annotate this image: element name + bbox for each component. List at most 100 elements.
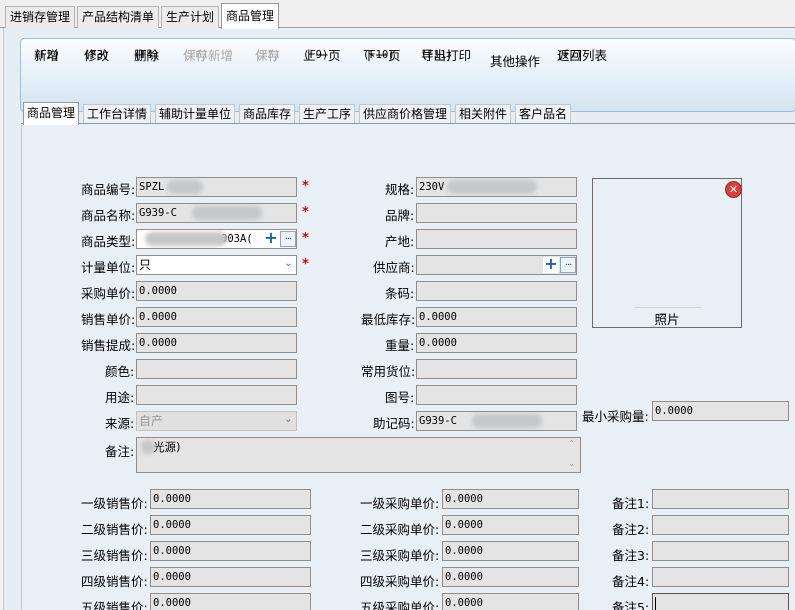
barcode-field[interactable] <box>416 281 577 301</box>
type-label: 商品类型: <box>81 234 136 249</box>
note-3-field[interactable] <box>652 541 789 561</box>
barcode-label: 条码: <box>385 286 415 301</box>
tab-product-management[interactable]: 商品管理 <box>221 3 280 29</box>
tab-stock[interactable]: 商品库存 <box>239 104 296 124</box>
save-new-button[interactable]: 保存新增 (F6) <box>183 49 233 62</box>
purchase-level-2-label: 二级采购单价: <box>360 522 440 537</box>
purchase-level-3-field[interactable]: 0.0000 <box>442 541 579 561</box>
chevron-down-icon[interactable]: ⌄ <box>284 414 292 425</box>
source-select[interactable]: 自产 <box>136 411 297 431</box>
spec-field[interactable]: 230V <box>416 177 577 197</box>
scroll-down-icon[interactable]: ⌄ <box>568 459 575 468</box>
sale-price-field[interactable]: 0.0000 <box>136 307 297 327</box>
scroll-up-icon[interactable]: ⌃ <box>568 439 575 448</box>
commission-label: 销售提成: <box>81 338 136 353</box>
purchase-level-1-field[interactable]: 0.0000 <box>442 489 579 509</box>
usage-label: 用途: <box>105 390 135 405</box>
note-4-field[interactable] <box>652 567 789 587</box>
remark-textarea[interactable]: 光源) <box>136 437 581 473</box>
product-form: 商品编号: SPZL * 商品名称: G939-C * 商品类型: 003A( … <box>21 123 795 610</box>
tab-supplier-price[interactable]: 供应商价格管理 <box>359 104 452 124</box>
export-print-button[interactable]: 导出打印 (F11) <box>421 49 471 62</box>
tab-customer-name[interactable]: 客户品名 <box>515 104 572 124</box>
min-stock-label: 最低库存: <box>361 312 416 327</box>
note-1-label: 备注1: <box>612 496 650 511</box>
mnemonic-field[interactable]: G939-C <box>416 411 577 431</box>
location-field[interactable] <box>416 359 577 379</box>
note-1-field[interactable] <box>652 489 789 509</box>
code-label: 商品编号: <box>81 182 136 197</box>
weight-field[interactable]: 0.0000 <box>416 333 577 353</box>
browse-supplier-icon[interactable]: ... <box>560 257 576 273</box>
add-supplier-icon[interactable]: + <box>543 256 559 273</box>
sale-level-1-field[interactable]: 0.0000 <box>150 489 311 509</box>
toolbar: 新增 (F2) 修改 (F3) 删除 (F4) 保存新增 (F6) 保存 (F5) 上一页… <box>20 38 795 112</box>
text-cursor <box>655 596 656 610</box>
sale-level-2-field[interactable]: 0.0000 <box>150 515 311 535</box>
purchase-level-2-field[interactable]: 0.0000 <box>442 515 579 535</box>
origin-field[interactable] <box>416 229 577 249</box>
tab-process[interactable]: 生产工序 <box>299 104 356 124</box>
tab-production-plan[interactable]: 生产计划 <box>161 6 220 28</box>
tab-attachments[interactable]: 相关附件 <box>455 104 512 124</box>
source-label: 来源: <box>105 416 135 431</box>
add-type-icon[interactable]: + <box>263 230 279 247</box>
required-mark: * <box>302 205 309 220</box>
purchase-level-1-label: 一级采购单价: <box>360 496 440 511</box>
origin-label: 产地: <box>385 234 415 249</box>
tab-workbench[interactable]: 工作台详情 <box>83 104 152 124</box>
top-tab-strip: 进销存管理 产品结构清单 生产计划 商品管理 <box>0 0 795 29</box>
close-icon[interactable]: ✕ <box>726 182 741 197</box>
sale-level-3-field[interactable]: 0.0000 <box>150 541 311 561</box>
next-page-button[interactable]: 下一页 (F10) <box>363 49 401 62</box>
note-2-field[interactable] <box>652 515 789 535</box>
edit-button[interactable]: 修改 (F3) <box>84 49 109 62</box>
commission-field[interactable]: 0.0000 <box>136 333 297 353</box>
delete-button[interactable]: 删除 (F4) <box>134 49 159 62</box>
save-button[interactable]: 保存 (F5) <box>255 49 280 62</box>
min-stock-field[interactable]: 0.0000 <box>416 307 577 327</box>
add-button[interactable]: 新增 (F2) <box>34 49 59 62</box>
purchase-price-field[interactable]: 0.0000 <box>136 281 297 301</box>
weight-label: 重量: <box>385 338 415 353</box>
sale-level-4-field[interactable]: 0.0000 <box>150 567 311 587</box>
tab-product[interactable]: 商品管理 <box>23 102 80 125</box>
sale-level-2-label: 二级销售价: <box>81 522 148 537</box>
browse-type-icon[interactable]: ... <box>280 231 296 247</box>
tab-inventory[interactable]: 进销存管理 <box>5 6 76 28</box>
photo-caption: 照片 <box>654 312 680 327</box>
brand-label: 品牌: <box>385 208 415 223</box>
sale-level-4-label: 四级销售价: <box>81 574 148 589</box>
sale-level-5-field[interactable]: 0.0000 <box>150 593 311 610</box>
unit-select[interactable]: 只 <box>136 255 297 275</box>
spec-label: 规格: <box>385 182 415 197</box>
code-field[interactable]: SPZL <box>136 177 297 197</box>
brand-field[interactable] <box>416 203 577 223</box>
unit-label: 计量单位: <box>81 260 136 275</box>
usage-field[interactable] <box>136 385 297 405</box>
back-to-list-button[interactable]: 返回列表 (F7) <box>557 49 607 62</box>
tab-bom[interactable]: 产品结构清单 <box>77 6 160 28</box>
mnemonic-label: 助记码: <box>373 416 415 431</box>
location-label: 常用货位: <box>361 364 416 379</box>
drawing-field[interactable] <box>416 385 577 405</box>
note-5-label: 备注5: <box>612 600 650 610</box>
color-field[interactable] <box>136 359 297 379</box>
name-label: 商品名称: <box>81 208 136 223</box>
note-2-label: 备注2: <box>612 522 650 537</box>
note-5-field[interactable] <box>652 593 789 610</box>
purchase-level-5-field[interactable]: 0.0000 <box>442 593 579 610</box>
photo-box[interactable]: ✕ 照片 <box>592 178 742 328</box>
chevron-down-icon[interactable]: ⌄ <box>284 258 292 269</box>
sale-price-label: 销售单价: <box>81 312 136 327</box>
min-purchase-field[interactable]: 0.0000 <box>652 401 789 421</box>
photo-divider <box>635 307 701 308</box>
tab-aux-unit[interactable]: 辅助计量单位 <box>155 104 236 124</box>
supplier-label: 供应商: <box>373 260 415 275</box>
sale-level-5-label: 五级销售价: <box>81 600 148 610</box>
prev-page-button[interactable]: 上一页 (F9) <box>303 49 341 62</box>
purchase-level-4-field[interactable]: 0.0000 <box>442 567 579 587</box>
remark-label: 备注: <box>105 444 135 459</box>
required-mark: * <box>302 257 309 272</box>
name-field[interactable]: G939-C <box>136 203 297 223</box>
